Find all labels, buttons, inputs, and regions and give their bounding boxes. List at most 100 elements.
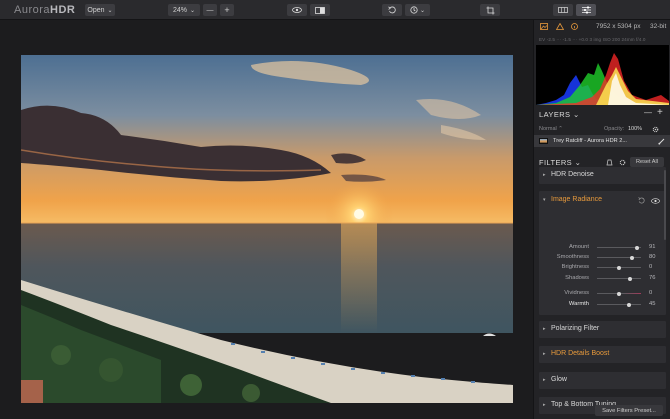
slider-value[interactable]: 80: [649, 254, 655, 260]
slider-label: Vividness: [564, 290, 589, 296]
image-icon[interactable]: [540, 23, 548, 30]
slider-label: Warmth: [568, 301, 589, 307]
open-button-label: Open: [87, 6, 105, 14]
slider-knob[interactable]: [630, 255, 635, 260]
slider-track[interactable]: [597, 291, 641, 296]
save-filters-preset-button[interactable]: Save Filters Preset...: [595, 405, 663, 416]
filter-title: Glow: [551, 376, 567, 383]
image-canvas[interactable]: [0, 20, 533, 419]
histogram-graph: [536, 53, 669, 105]
eye-icon: [292, 7, 302, 13]
filter-hdr-denoise[interactable]: ▸ HDR Denoise: [539, 167, 666, 184]
chevron-down-icon: ⌄: [572, 110, 580, 119]
exif-readout: EV -2.5 ··· -1.5 ··· +0.0 3 img ISO 200 …: [539, 37, 646, 42]
slider-value[interactable]: 0: [649, 290, 652, 296]
add-layer-button[interactable]: +: [657, 107, 663, 118]
slider-label: Smoothness: [556, 254, 589, 260]
filters-header[interactable]: FILTERS ⌄: [539, 158, 581, 167]
filters-title: FILTERS: [539, 158, 573, 167]
logo-suffix: HDR: [50, 4, 76, 16]
warning-icon[interactable]: [556, 23, 564, 30]
slider-value[interactable]: 91: [649, 244, 655, 250]
filter-title: HDR Denoise: [551, 171, 594, 178]
slider-label: Amount: [569, 244, 589, 250]
plus-icon: +: [224, 5, 230, 15]
zoom-select[interactable]: 24% ⌄: [168, 4, 200, 16]
filter-polarizing[interactable]: ▸ Polarizing Filter: [539, 321, 666, 338]
slider-knob[interactable]: [617, 291, 621, 296]
filter-title[interactable]: Image Radiance: [551, 196, 602, 203]
filter-hdr-details-boost[interactable]: ▸ HDR Details Boost: [539, 346, 666, 363]
compare-button[interactable]: [310, 4, 330, 16]
preview-toggle-button[interactable]: [287, 4, 307, 16]
filter-glow[interactable]: ▸ Glow: [539, 372, 666, 389]
layers-header[interactable]: LAYERS ⌄: [539, 110, 580, 119]
slider-knob[interactable]: [628, 276, 633, 281]
reset-filter-icon[interactable]: [638, 197, 645, 204]
filter-title: HDR Details Boost: [551, 350, 610, 357]
slider-label: Brightness: [561, 264, 589, 270]
chevron-down-icon: ⌄: [419, 7, 426, 14]
zoom-out-button[interactable]: —: [203, 4, 217, 16]
panel-scrollbar[interactable]: [664, 170, 666, 240]
chevron-down-icon: ⌄: [574, 158, 582, 167]
slider-knob[interactable]: [617, 265, 621, 270]
slider-smoothness: Smoothness 80: [539, 254, 666, 262]
photo-preview[interactable]: [21, 55, 513, 403]
compare-views-button[interactable]: [553, 4, 573, 16]
slider-track[interactable]: [597, 302, 641, 307]
slider-track[interactable]: [597, 276, 641, 281]
mask-icon[interactable]: [606, 159, 613, 166]
split-view-icon: [315, 6, 325, 14]
slider-knob[interactable]: [626, 302, 631, 307]
opacity-value[interactable]: 100%: [628, 126, 642, 132]
chevron-down-icon: ⌄: [107, 7, 113, 14]
crop-icon: [486, 6, 494, 14]
slider-value[interactable]: 76: [649, 275, 655, 281]
slider-track[interactable]: [597, 245, 641, 250]
slider-track[interactable]: [597, 265, 641, 270]
chevron-down-icon: ⌄: [189, 7, 196, 14]
layer-thumbnail: [539, 138, 548, 144]
histogram: [536, 45, 669, 105]
chevron-right-icon: ▸: [543, 351, 546, 357]
view-mode-icon: [558, 7, 568, 13]
adjustments-button[interactable]: [576, 4, 596, 16]
zoom-value: 24%: [172, 6, 187, 14]
slider-shadows: Shadows 76: [539, 275, 666, 283]
history-button[interactable]: ⌄: [405, 4, 430, 16]
slider-value[interactable]: 45: [649, 301, 655, 307]
gear-icon[interactable]: [652, 126, 659, 133]
slider-warmth: Warmth 45: [539, 301, 666, 309]
zoom-in-button[interactable]: +: [220, 4, 234, 16]
chevron-right-icon: ▸: [543, 377, 546, 383]
image-dimensions: 7952 x 5304 px: [596, 23, 641, 30]
slider-brightness: Brightness 0: [539, 264, 666, 272]
app-logo: AuroraHDR: [14, 4, 75, 16]
open-button[interactable]: Open ⌄: [85, 4, 115, 16]
top-toolbar: AuroraHDR Open ⌄ 24% ⌄ — + ⌄: [0, 0, 670, 20]
chevron-right-icon: ▸: [543, 402, 546, 408]
slider-track[interactable]: [597, 255, 641, 260]
crop-button[interactable]: [480, 4, 500, 16]
reset-all-button[interactable]: Reset All: [630, 157, 664, 167]
info-icon[interactable]: [571, 23, 578, 30]
right-panel: 7952 x 5304 px 32-bit EV -2.5 ··· -1.5 ·…: [533, 20, 670, 419]
undo-button[interactable]: [382, 4, 402, 16]
chevron-right-icon: ▸: [543, 172, 546, 178]
slider-vividness: Vividness 0: [539, 290, 666, 298]
blend-mode-select[interactable]: Normal ⌃: [539, 126, 563, 132]
undo-icon: [388, 6, 396, 14]
brush-icon[interactable]: [658, 138, 665, 145]
chevron-down-icon[interactable]: ▾: [543, 197, 546, 203]
layer-item[interactable]: Trey Ratcliff - Aurora HDR 2...: [534, 135, 670, 147]
slider-value[interactable]: 0: [649, 264, 652, 270]
filter-image-radiance: ▾ Image Radiance Amount 91 Smoothness 80 Bri…: [539, 191, 666, 315]
remove-layer-button[interactable]: —: [644, 108, 652, 117]
slider-knob[interactable]: [635, 245, 640, 250]
logo-prefix: Aurora: [14, 4, 51, 16]
eye-icon[interactable]: [651, 198, 660, 204]
settings-icon[interactable]: [619, 159, 626, 166]
sliders-icon: [581, 6, 591, 14]
sunset-beach-image: [21, 55, 513, 403]
